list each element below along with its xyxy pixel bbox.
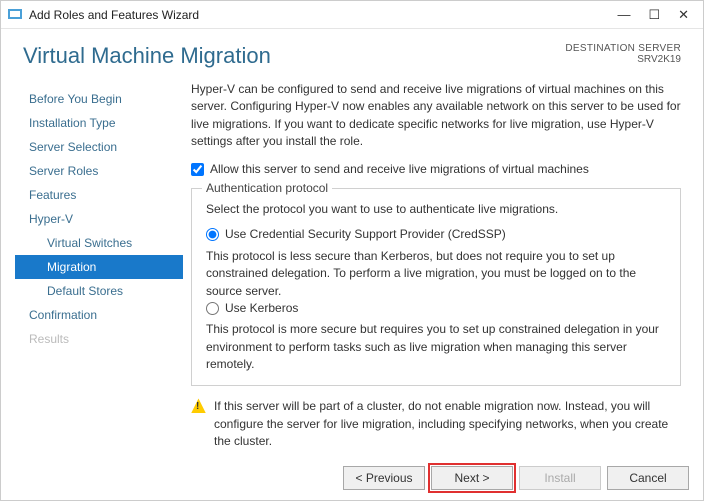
radio-kerberos-desc: This protocol is more secure but require…	[206, 322, 659, 371]
maximize-button[interactable]: ☐	[648, 7, 660, 23]
app-icon	[7, 7, 23, 23]
close-button[interactable]: ✕	[678, 7, 689, 23]
allow-migration-label: Allow this server to send and receive li…	[210, 161, 589, 178]
radio-kerberos[interactable]: Use Kerberos	[206, 300, 666, 317]
warning-text: If this server will be part of a cluster…	[214, 398, 681, 450]
nav-server-selection[interactable]: Server Selection	[15, 135, 183, 159]
page-header: Virtual Machine Migration DESTINATION SE…	[1, 29, 703, 73]
nav-hyper-v[interactable]: Hyper-V	[15, 207, 183, 231]
radio-kerberos-input[interactable]	[206, 302, 219, 315]
radio-credssp-input[interactable]	[206, 228, 219, 241]
install-button: Install	[519, 466, 601, 490]
radio-kerberos-label: Use Kerberos	[225, 300, 298, 317]
previous-button[interactable]: < Previous	[343, 466, 425, 490]
window-title: Add Roles and Features Wizard	[29, 8, 199, 22]
wizard-footer: < Previous Next > Install Cancel	[343, 466, 689, 490]
auth-protocol-group: Authentication protocol Select the proto…	[191, 188, 681, 387]
minimize-button[interactable]: —	[617, 7, 630, 23]
next-button[interactable]: Next >	[431, 466, 513, 490]
nav-migration[interactable]: Migration	[15, 255, 183, 279]
nav-default-stores[interactable]: Default Stores	[15, 279, 183, 303]
titlebar: Add Roles and Features Wizard — ☐ ✕	[1, 1, 703, 29]
radio-credssp[interactable]: Use Credential Security Support Provider…	[206, 226, 666, 243]
cluster-warning: If this server will be part of a cluster…	[191, 398, 681, 450]
radio-credssp-desc: This protocol is less secure than Kerber…	[206, 249, 636, 298]
dest-label: DESTINATION SERVER	[565, 43, 681, 54]
page-title: Virtual Machine Migration	[23, 43, 271, 69]
nav-virtual-switches[interactable]: Virtual Switches	[15, 231, 183, 255]
nav-confirmation[interactable]: Confirmation	[15, 303, 183, 327]
main-panel: Hyper-V can be configured to send and re…	[183, 81, 689, 453]
wizard-nav: Before You Begin Installation Type Serve…	[15, 81, 183, 453]
allow-migration-checkbox[interactable]: Allow this server to send and receive li…	[191, 161, 681, 178]
radio-credssp-label: Use Credential Security Support Provider…	[225, 226, 506, 243]
auth-protocol-instr: Select the protocol you want to use to a…	[206, 201, 666, 218]
allow-migration-input[interactable]	[191, 163, 204, 176]
nav-server-roles[interactable]: Server Roles	[15, 159, 183, 183]
auth-protocol-legend: Authentication protocol	[202, 180, 332, 197]
nav-installation-type[interactable]: Installation Type	[15, 111, 183, 135]
destination-server: DESTINATION SERVER SRV2K19	[565, 43, 681, 65]
nav-before-you-begin[interactable]: Before You Begin	[15, 87, 183, 111]
dest-value: SRV2K19	[565, 54, 681, 65]
nav-features[interactable]: Features	[15, 183, 183, 207]
warning-icon	[191, 398, 206, 413]
cancel-button[interactable]: Cancel	[607, 466, 689, 490]
nav-results: Results	[15, 327, 183, 351]
intro-text: Hyper-V can be configured to send and re…	[191, 81, 681, 151]
